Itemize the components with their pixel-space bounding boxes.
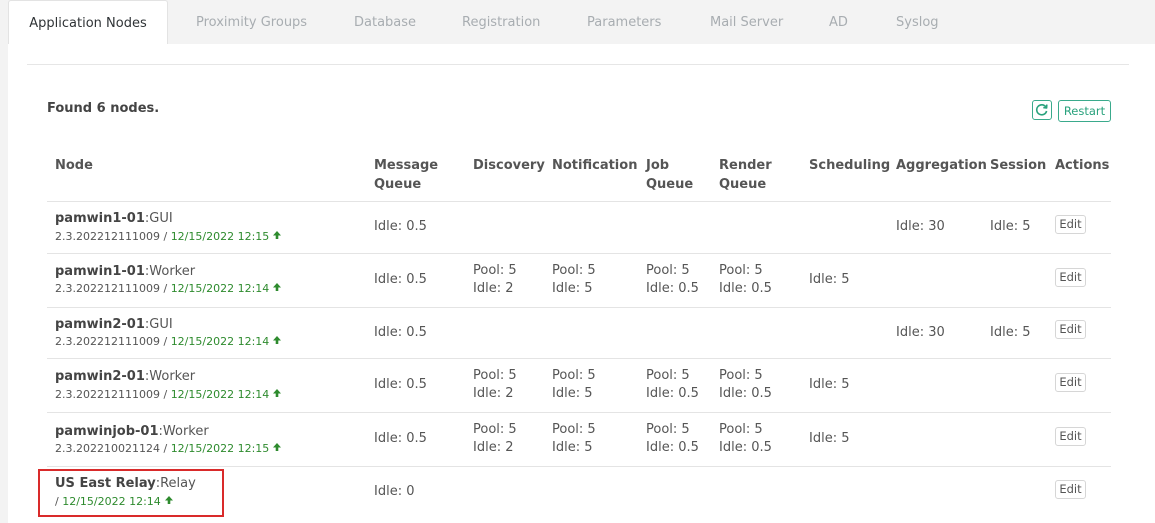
message-queue-value: Idle: 0.5 [374,377,427,392]
divider [27,64,1129,65]
discovery-value: Pool: 5 Idle: 2 [473,422,517,455]
edit-button[interactable]: Edit [1055,320,1086,339]
nodes-panel: Found 6 nodes. Restart Node Message Queue… [8,44,1155,523]
tab-ad[interactable]: AD [829,0,848,45]
discovery-value: Pool: 5 Idle: 2 [473,263,517,296]
header-scheduling: Scheduling [809,158,891,173]
session-value: Idle: 5 [990,219,1031,234]
found-count: Found 6 nodes. [47,101,160,116]
render-queue-value: Pool: 5 Idle: 0.5 [719,368,772,401]
node-name: pamwin2-01:Worker [55,369,196,384]
notification-value: Pool: 5 Idle: 5 [552,368,596,401]
edit-button[interactable]: Edit [1055,480,1086,499]
tab-parameters[interactable]: Parameters [587,0,661,45]
node-name: pamwin1-01:GUI [55,211,173,226]
refresh-icon [1035,104,1048,116]
header-divider [47,201,1111,202]
tab-mail-server[interactable]: Mail Server [710,0,783,45]
discovery-value: Pool: 5 Idle: 2 [473,368,517,401]
node-version: 2.3.202212111009 / 12/15/2022 12:15 [55,230,282,244]
edit-button[interactable]: Edit [1055,373,1086,392]
tab-bar: Application Nodes Proximity Groups Datab… [0,0,1155,46]
header-render-queue: Render Queue [719,158,772,192]
message-queue-value: Idle: 0.5 [374,325,427,340]
node-name: pamwin1-01:Worker [55,264,196,279]
header-aggregation: Aggregation [896,158,987,173]
tab-application-nodes[interactable]: Application Nodes [8,0,168,46]
message-queue-value: Idle: 0.5 [374,219,427,234]
header-job-queue: Job Queue [646,158,694,192]
message-queue-value: Idle: 0.5 [374,272,427,287]
highlight-box [38,469,224,517]
header-notification: Notification [552,158,638,173]
row-divider [47,466,1111,467]
aggregation-value: Idle: 30 [896,325,945,340]
render-queue-value: Pool: 5 Idle: 0.5 [719,263,772,296]
refresh-button[interactable] [1032,100,1052,120]
row-divider [47,253,1111,254]
header-discovery: Discovery [473,158,545,173]
header-actions: Actions [1055,158,1110,173]
header-node: Node [55,158,93,173]
message-queue-value: Idle: 0.5 [374,431,427,446]
notification-value: Pool: 5 Idle: 5 [552,422,596,455]
tab-database[interactable]: Database [354,0,416,45]
session-value: Idle: 5 [990,325,1031,340]
node-version: 2.3.202210021124 / 12/15/2022 12:15 [55,442,282,456]
aggregation-value: Idle: 30 [896,219,945,234]
node-version: 2.3.202212111009 / 12/15/2022 12:14 [55,388,282,402]
message-queue-value: Idle: 0 [374,484,415,499]
edit-button[interactable]: Edit [1055,215,1086,234]
node-version: 2.3.202212111009 / 12/15/2022 12:14 [55,282,282,296]
restart-button[interactable]: Restart [1058,100,1111,122]
scheduling-value: Idle: 5 [809,377,850,392]
tab-registration[interactable]: Registration [462,0,540,45]
row-divider [47,358,1111,359]
row-divider [47,412,1111,413]
edit-button[interactable]: Edit [1055,268,1086,287]
notification-value: Pool: 5 Idle: 5 [552,263,596,296]
node-version: 2.3.202212111009 / 12/15/2022 12:14 [55,335,282,349]
job-queue-value: Pool: 5 Idle: 0.5 [646,368,699,401]
job-queue-value: Pool: 5 Idle: 0.5 [646,422,699,455]
node-name: pamwin2-01:GUI [55,317,173,332]
render-queue-value: Pool: 5 Idle: 0.5 [719,422,772,455]
tab-proximity-groups[interactable]: Proximity Groups [196,0,307,45]
edit-button[interactable]: Edit [1055,427,1086,446]
node-name: pamwinjob-01:Worker [55,424,209,439]
tab-syslog[interactable]: Syslog [896,0,939,45]
job-queue-value: Pool: 5 Idle: 0.5 [646,263,699,296]
header-session: Session [990,158,1047,173]
scheduling-value: Idle: 5 [809,431,850,446]
row-divider [47,307,1111,308]
header-message-queue: Message Queue [374,158,439,192]
scheduling-value: Idle: 5 [809,272,850,287]
